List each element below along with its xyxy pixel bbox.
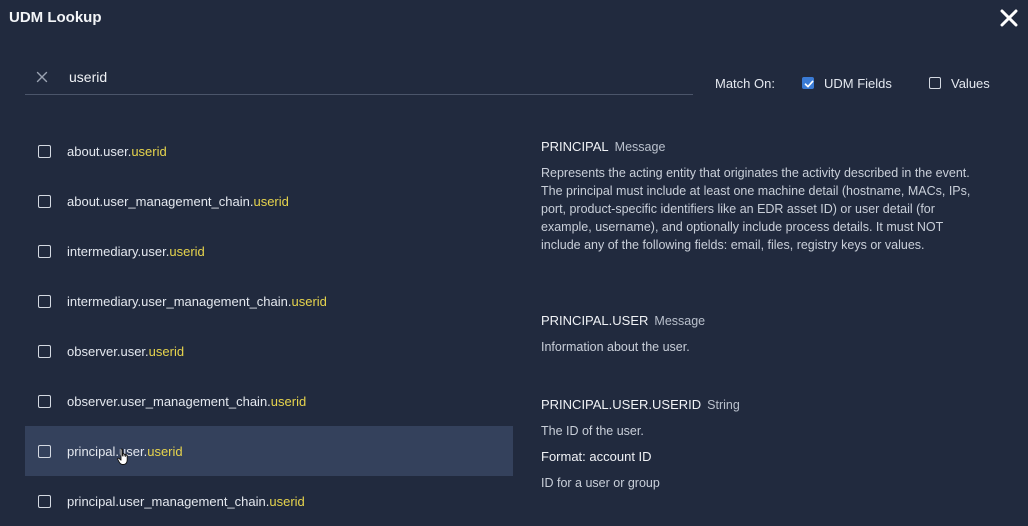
field-path: observer.user.userid bbox=[67, 344, 184, 359]
search-input[interactable] bbox=[69, 65, 669, 89]
field-match: userid bbox=[169, 243, 205, 259]
detail-name: PRINCIPAL.USER bbox=[541, 313, 649, 328]
close-icon[interactable] bbox=[999, 8, 1019, 28]
field-prefix: intermediary.user. bbox=[67, 243, 170, 259]
field-prefix: about.user. bbox=[67, 143, 132, 159]
field-match: userid bbox=[291, 293, 327, 309]
field-path: intermediary.user.userid bbox=[67, 244, 205, 259]
udm-fields-label: UDM Fields bbox=[824, 75, 892, 91]
row-checkbox[interactable] bbox=[38, 344, 51, 358]
field-match: userid bbox=[131, 143, 167, 159]
list-item-hovered[interactable]: principal.user.userid bbox=[25, 426, 513, 476]
detail-principal-user-userid: PRINCIPAL.USER.USERID String The ID of th… bbox=[541, 396, 981, 492]
field-prefix: principal.user_management_chain. bbox=[67, 493, 270, 509]
values-checkbox[interactable] bbox=[929, 77, 941, 89]
field-path: about.user_management_chain.userid bbox=[67, 194, 289, 209]
field-path: intermediary.user_management_chain.useri… bbox=[67, 294, 327, 309]
row-checkbox[interactable] bbox=[38, 444, 51, 458]
format-label: Format: account ID bbox=[541, 449, 652, 464]
match-on-label: Match On: bbox=[715, 76, 775, 91]
detail-name: PRINCIPAL.USER.USERID bbox=[541, 397, 702, 412]
udm-fields-checkbox[interactable] bbox=[802, 77, 814, 89]
hand-cursor-icon bbox=[117, 448, 131, 471]
list-item[interactable]: principal.user_management_chain.userid bbox=[25, 476, 513, 526]
values-label: Values bbox=[951, 75, 990, 91]
row-checkbox[interactable] bbox=[38, 494, 51, 508]
field-path: about.user.userid bbox=[67, 144, 167, 159]
detail-type: Message bbox=[654, 314, 706, 328]
detail-type: String bbox=[707, 398, 740, 412]
list-item[interactable]: about.user.userid bbox=[25, 126, 513, 176]
row-checkbox[interactable] bbox=[38, 144, 51, 158]
list-item[interactable]: intermediary.user_management_chain.useri… bbox=[25, 276, 513, 326]
row-checkbox[interactable] bbox=[38, 244, 51, 258]
results-list: about.user.userid about.user_management_… bbox=[25, 126, 513, 526]
row-checkbox[interactable] bbox=[38, 394, 51, 408]
list-item[interactable]: observer.user.userid bbox=[25, 326, 513, 376]
values-option[interactable]: Values bbox=[929, 75, 990, 91]
field-match: userid bbox=[269, 493, 305, 509]
field-match: userid bbox=[253, 193, 289, 209]
x-icon[interactable] bbox=[36, 70, 48, 83]
search-bar bbox=[25, 62, 693, 95]
list-item[interactable]: intermediary.user.userid bbox=[25, 226, 513, 276]
format-description: ID for a user or group bbox=[541, 476, 660, 490]
detail-description: Represents the acting entity that origin… bbox=[541, 166, 971, 252]
row-checkbox[interactable] bbox=[38, 194, 51, 208]
detail-principal-user: PRINCIPAL.USER Message Information about … bbox=[541, 312, 981, 356]
row-checkbox[interactable] bbox=[38, 294, 51, 308]
detail-principal: PRINCIPAL Message Represents the acting e… bbox=[541, 138, 981, 254]
field-prefix: principal.user. bbox=[67, 443, 148, 459]
list-item[interactable]: observer.user_management_chain.userid bbox=[25, 376, 513, 426]
field-match: userid bbox=[270, 393, 307, 409]
udm-fields-option[interactable]: UDM Fields bbox=[802, 75, 892, 91]
field-prefix: observer.user_management_chain. bbox=[67, 393, 271, 409]
field-path: observer.user_management_chain.userid bbox=[67, 394, 306, 409]
field-path: principal.user_management_chain.userid bbox=[67, 494, 305, 509]
field-prefix: intermediary.user_management_chain. bbox=[67, 293, 292, 309]
field-prefix: about.user_management_chain. bbox=[67, 193, 254, 209]
list-item[interactable]: about.user_management_chain.userid bbox=[25, 176, 513, 226]
dialog-title: UDM Lookup bbox=[9, 9, 102, 26]
field-match: userid bbox=[148, 343, 185, 359]
detail-description: The ID of the user. bbox=[541, 424, 644, 438]
field-match: userid bbox=[147, 443, 183, 459]
detail-name: PRINCIPAL bbox=[541, 139, 609, 154]
detail-description: Information about the user. bbox=[541, 340, 690, 354]
detail-type: Message bbox=[614, 140, 666, 154]
field-prefix: observer.user. bbox=[67, 343, 149, 359]
